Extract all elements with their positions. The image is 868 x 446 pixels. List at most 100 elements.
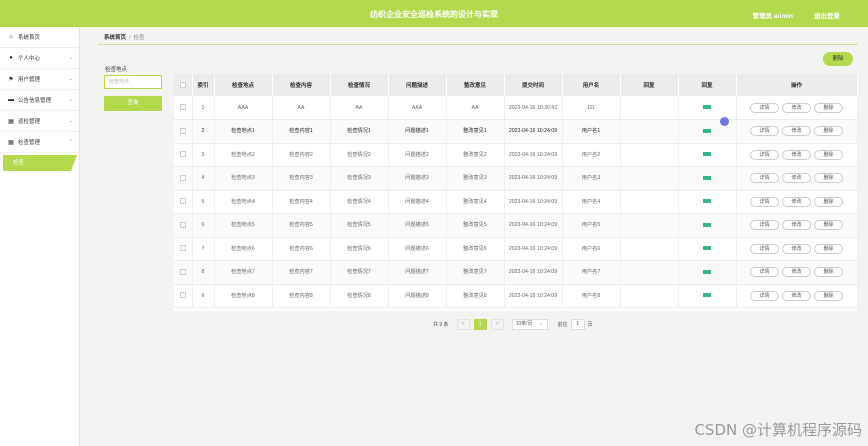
table-cell: 检查内容5 <box>272 213 331 238</box>
home-icon: ⌂ <box>9 34 13 40</box>
delete-button[interactable]: 删除 <box>814 290 843 301</box>
edit-button[interactable]: 修改 <box>782 290 811 301</box>
operations-cell: 详情 修改 删除 <box>736 143 858 167</box>
detail-button[interactable]: 详情 <box>750 126 779 137</box>
row-checkbox[interactable] <box>179 221 186 228</box>
row-checkbox-cell[interactable] <box>174 190 193 214</box>
table-cell: 用户名7 <box>562 260 621 285</box>
logout-button[interactable]: 退出登录 <box>814 10 840 20</box>
row-checkbox[interactable] <box>179 245 186 252</box>
reply-image-thumbnail[interactable] <box>703 152 711 157</box>
reply-image-thumbnail[interactable] <box>703 293 711 298</box>
reply-image-thumbnail[interactable] <box>703 105 711 110</box>
row-checkbox[interactable] <box>179 104 186 111</box>
sidebar-item-patrol[interactable]: ▦ 巡检管理 ⌄ <box>0 111 79 132</box>
detail-button[interactable]: 详情 <box>750 196 779 207</box>
row-checkbox[interactable] <box>179 198 186 205</box>
row-checkbox[interactable] <box>179 268 186 275</box>
detail-button[interactable]: 详情 <box>750 267 779 278</box>
search-input[interactable] <box>104 75 162 89</box>
row-checkbox-cell[interactable] <box>174 284 193 308</box>
data-table: 索引 检查地点 检查内容 检查情况 问题描述 整改意见 提交时间 用户名 回复 … <box>174 74 858 311</box>
header-checkbox-cell[interactable] <box>174 74 193 96</box>
sidebar-item-label: 公告信息管理 <box>18 98 52 104</box>
table-cell: 问题描述3 <box>388 166 447 191</box>
delete-button[interactable]: 删除 <box>814 126 843 137</box>
reply-image-cell <box>678 260 737 285</box>
edit-button[interactable]: 修改 <box>782 243 811 254</box>
row-checkbox[interactable] <box>179 151 186 158</box>
chevron-down-icon: ⌄ <box>68 76 73 82</box>
row-checkbox[interactable] <box>179 127 186 134</box>
page-size-select[interactable]: 10条/页 ⌄ <box>511 318 548 330</box>
page-1-button[interactable]: 1 <box>473 318 487 330</box>
delete-button[interactable]: 删除 <box>814 173 843 184</box>
delete-button[interactable]: 删除 <box>814 102 843 113</box>
table-cell: 检查地点5 <box>214 213 273 238</box>
row-checkbox-cell[interactable] <box>174 143 193 167</box>
submenu: 检查 <box>0 153 79 175</box>
reply-image-thumbnail[interactable] <box>703 269 711 274</box>
table-cell: 3 <box>192 143 215 167</box>
delete-button[interactable]: 删除 <box>814 243 843 254</box>
table-cell: 检查地点4 <box>214 190 273 214</box>
next-page-button[interactable]: > <box>490 318 504 330</box>
edit-button[interactable]: 修改 <box>782 149 811 160</box>
table-row: 1 AAA AA AA AAA AA 2023-04-16 10:30:42 111 详情 修改删… <box>174 96 858 120</box>
table-cell: 检查地点6 <box>214 237 273 261</box>
detail-button[interactable]: 详情 <box>750 220 779 231</box>
detail-button[interactable]: 详情 <box>750 173 779 184</box>
delete-button[interactable]: 删除 <box>814 149 843 160</box>
table-cell: 整改意见3 <box>446 166 505 191</box>
edit-button[interactable]: 修改 <box>782 267 811 278</box>
sidebar-item-home[interactable]: ⌂ 系统首页 <box>0 27 79 48</box>
sidebar-item-users[interactable]: ⚑ 用户管理 ⌄ <box>0 69 79 90</box>
column-header: 用户名 <box>562 74 621 96</box>
row-checkbox-cell[interactable] <box>174 260 193 285</box>
reply-image-thumbnail[interactable] <box>703 222 711 227</box>
row-checkbox-cell[interactable] <box>174 119 193 144</box>
edit-button[interactable]: 修改 <box>782 126 811 137</box>
delete-button[interactable]: 删除 <box>814 267 843 278</box>
detail-button[interactable]: 详情 <box>750 243 779 254</box>
detail-button[interactable]: 详情 <box>750 149 779 160</box>
row-checkbox-cell[interactable] <box>174 237 193 261</box>
edit-button[interactable]: 修改 <box>782 220 811 231</box>
edit-button[interactable]: 修改 <box>782 173 811 184</box>
reply-image-thumbnail[interactable] <box>703 175 711 180</box>
goto-page-input[interactable]: 1 <box>570 318 585 330</box>
delete-button[interactable]: 删除 <box>814 220 843 231</box>
table-cell: 用户名3 <box>562 166 621 191</box>
reply-image-thumbnail[interactable] <box>703 128 711 133</box>
table-cell: 问题描述2 <box>388 143 447 167</box>
edit-button[interactable]: 修改 <box>782 196 811 207</box>
reply-image-thumbnail[interactable] <box>703 246 711 251</box>
reply-image-cell <box>678 190 737 214</box>
operations-cell: 详情 修改 删除 <box>736 96 858 120</box>
sidebar-item-notices[interactable]: ▬ 公告信息管理 ⌄ <box>0 90 79 111</box>
reply-image-thumbnail[interactable] <box>703 199 711 204</box>
select-all-checkbox[interactable] <box>179 81 186 88</box>
edit-button[interactable]: 修改 <box>782 102 811 113</box>
row-checkbox-cell[interactable] <box>174 96 193 120</box>
detail-button[interactable]: 详情 <box>750 102 779 113</box>
table-cell <box>620 237 679 261</box>
table-cell: 问题描述4 <box>388 190 447 214</box>
delete-button[interactable]: 删除 <box>814 196 843 207</box>
sidebar-item-profile[interactable]: ● 个人中心 ⌄ <box>0 48 79 69</box>
table-cell: 8 <box>192 260 215 285</box>
column-header: 回复 <box>620 74 679 96</box>
query-button[interactable]: 查询 <box>104 96 162 111</box>
table-cell: 7 <box>192 237 215 261</box>
row-checkbox[interactable] <box>179 292 186 299</box>
batch-delete-button[interactable]: 删除 <box>823 52 853 66</box>
prev-page-button[interactable]: < <box>456 318 470 330</box>
submenu-item-inspection[interactable]: 检查 <box>3 155 77 171</box>
breadcrumb-home[interactable]: 系统首页 <box>104 35 126 41</box>
table-cell: 检查地点7 <box>214 260 273 285</box>
row-checkbox[interactable] <box>179 174 186 181</box>
row-checkbox-cell[interactable] <box>174 166 193 191</box>
detail-button[interactable]: 详情 <box>750 290 779 301</box>
row-checkbox-cell[interactable] <box>174 213 193 238</box>
sidebar-item-inspection[interactable]: ▦ 检查管理 ⌃ <box>0 132 79 153</box>
